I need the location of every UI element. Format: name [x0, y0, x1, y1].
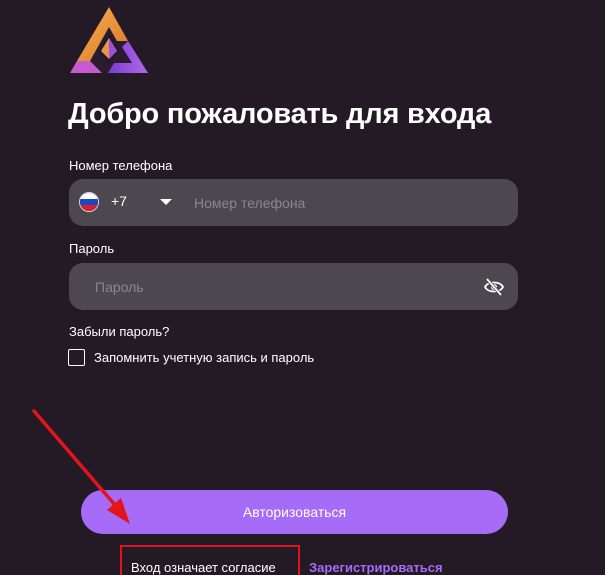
- phone-field: +7: [69, 179, 518, 226]
- russia-flag-icon: [79, 192, 99, 212]
- caret-down-icon[interactable]: [159, 195, 173, 209]
- annotation-highlight-box: [120, 545, 300, 575]
- register-link[interactable]: Зарегистрироваться: [309, 560, 443, 575]
- phone-label: Номер телефона: [69, 158, 173, 173]
- password-label: Пароль: [69, 241, 115, 256]
- login-button[interactable]: Авторизоваться: [81, 490, 508, 534]
- phone-input[interactable]: [194, 179, 504, 226]
- forgot-password-link[interactable]: Забыли пароль?: [69, 324, 169, 339]
- eye-slash-icon[interactable]: [484, 277, 504, 297]
- dial-code: +7: [111, 193, 127, 209]
- password-field: [69, 263, 518, 310]
- remember-row: Запомнить учетную запись и пароль: [68, 347, 314, 367]
- page-title: Добро пожаловать для входа: [68, 98, 492, 130]
- triangle-logo-icon: [70, 7, 148, 73]
- remember-checkbox[interactable]: [68, 348, 85, 366]
- login-page: Добро пожаловать для входа Номер телефон…: [0, 0, 605, 575]
- remember-label: Запомнить учетную запись и пароль: [94, 349, 315, 365]
- password-input[interactable]: [95, 263, 465, 310]
